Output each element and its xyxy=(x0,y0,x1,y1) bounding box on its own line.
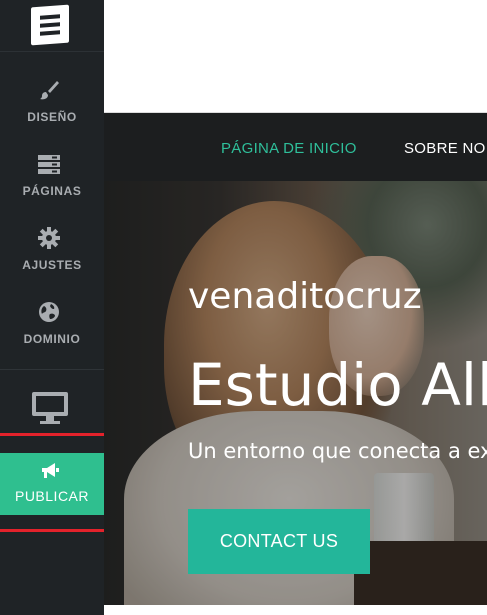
sidebar-item-label: DISEÑO xyxy=(27,110,77,124)
logo[interactable] xyxy=(0,0,104,52)
pages-icon xyxy=(38,155,60,174)
sidebar-item-settings[interactable]: AJUSTES xyxy=(0,210,104,284)
sidebar-item-label: PÁGINAS xyxy=(22,184,82,198)
site-navbar: PÁGINA DE INICIO SOBRE NO xyxy=(104,113,487,181)
sidebar-item-label: AJUSTES xyxy=(22,258,82,272)
megaphone-icon xyxy=(42,463,59,478)
hero-brand: venaditocruz xyxy=(188,276,422,317)
preview-header-area xyxy=(104,0,487,113)
contact-us-button[interactable]: CONTACT US xyxy=(188,509,370,574)
publish-button[interactable]: PUBLICAR xyxy=(0,453,104,515)
preview-bottom-edge xyxy=(104,605,487,615)
nav-link-about[interactable]: SOBRE NO xyxy=(404,140,486,157)
sidebar-divider xyxy=(0,369,104,370)
sidebar-item-pages[interactable]: PÁGINAS xyxy=(0,136,104,210)
gear-icon xyxy=(38,227,60,249)
sidebar-item-label: DOMINIO xyxy=(23,332,81,346)
hero-subtitle: Un entorno que conecta a ex xyxy=(188,439,487,463)
hero-title: Estudio Alli xyxy=(188,351,487,419)
desktop-monitor-icon[interactable] xyxy=(30,390,70,426)
globe-icon xyxy=(39,302,59,322)
sidebar-item-design[interactable]: DISEÑO xyxy=(0,62,104,136)
hero-section: venaditocruz Estudio Alli Un entorno que… xyxy=(104,181,487,605)
nav-link-home[interactable]: PÁGINA DE INICIO xyxy=(221,140,357,157)
paintbrush-icon xyxy=(40,81,59,100)
publish-label: PUBLICAR xyxy=(14,488,90,504)
editor-sidebar: DISEÑO PÁGINAS AJUSTES DOMINIO PUBLICAR xyxy=(0,0,104,615)
menu-logo-icon xyxy=(31,4,69,46)
sidebar-item-domain[interactable]: DOMINIO xyxy=(0,284,104,358)
